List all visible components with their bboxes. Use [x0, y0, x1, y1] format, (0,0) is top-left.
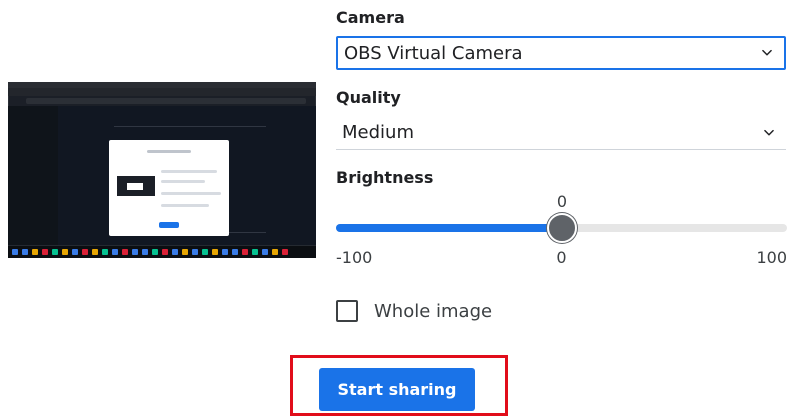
taskbar-app-icon [162, 249, 168, 255]
taskbar-app-icon [272, 249, 278, 255]
taskbar-app-icon [62, 249, 68, 255]
taskbar-app-icon [212, 249, 218, 255]
preview-sidebar [8, 106, 58, 246]
taskbar-app-icon [102, 249, 108, 255]
brightness-slider[interactable]: 0 -100 0 100 [336, 192, 787, 267]
taskbar-app-icon [262, 249, 268, 255]
preview-taskbar [8, 245, 316, 258]
taskbar-app-icon [142, 249, 148, 255]
taskbar-app-icon [12, 249, 18, 255]
quality-label: Quality [336, 88, 401, 107]
preview-modal-row [161, 204, 209, 207]
taskbar-app-icon [222, 249, 228, 255]
taskbar-app-icon [172, 249, 178, 255]
taskbar-app-icon [112, 249, 118, 255]
taskbar-app-icon [202, 249, 208, 255]
taskbar-app-icon [132, 249, 138, 255]
preview-modal-row [161, 170, 217, 173]
camera-select[interactable]: OBS Virtual Camera [336, 36, 786, 70]
taskbar-app-icon [232, 249, 238, 255]
taskbar-app-icon [32, 249, 38, 255]
taskbar-app-icon [52, 249, 58, 255]
taskbar-app-icon [192, 249, 198, 255]
whole-image-label: Whole image [374, 300, 493, 322]
camera-select-value: OBS Virtual Camera [344, 42, 523, 64]
preview-modal-row [161, 192, 221, 195]
taskbar-app-icon [152, 249, 158, 255]
brightness-value-label: 0 [556, 192, 568, 211]
slider-min-label: -100 [336, 248, 373, 267]
slider-max-label: 100 [756, 248, 787, 267]
preview-modal-button [159, 222, 179, 228]
preview-modal [109, 140, 229, 236]
slider-thumb[interactable] [547, 213, 577, 243]
chevron-down-icon [762, 49, 772, 56]
preview-divider [114, 126, 266, 127]
taskbar-app-icon [82, 249, 88, 255]
taskbar-app-icon [122, 249, 128, 255]
taskbar-app-icon [182, 249, 188, 255]
preview-modal-title [147, 150, 191, 153]
start-sharing-button[interactable]: Start sharing [319, 368, 475, 411]
whole-image-checkbox[interactable] [336, 300, 358, 322]
preview-address-bar [26, 98, 306, 104]
taskbar-app-icon [92, 249, 98, 255]
preview-modal-row [161, 180, 205, 183]
preview-modal-thumbnail-inner [127, 183, 143, 190]
slider-mid-label: 0 [556, 248, 567, 267]
quality-select-value: Medium [342, 122, 414, 143]
taskbar-app-icon [72, 249, 78, 255]
taskbar-app-icon [242, 249, 248, 255]
taskbar-app-icon [282, 249, 288, 255]
slider-fill [336, 224, 562, 232]
camera-label: Camera [336, 8, 405, 27]
taskbar-app-icon [22, 249, 28, 255]
taskbar-app-icon [42, 249, 48, 255]
whole-image-checkbox-row[interactable]: Whole image [336, 300, 492, 322]
quality-select[interactable]: Medium [336, 116, 786, 150]
brightness-label: Brightness [336, 168, 434, 187]
preview-tabs [8, 88, 316, 96]
camera-preview [8, 82, 316, 258]
taskbar-app-icon [252, 249, 258, 255]
chevron-down-icon [764, 129, 774, 135]
